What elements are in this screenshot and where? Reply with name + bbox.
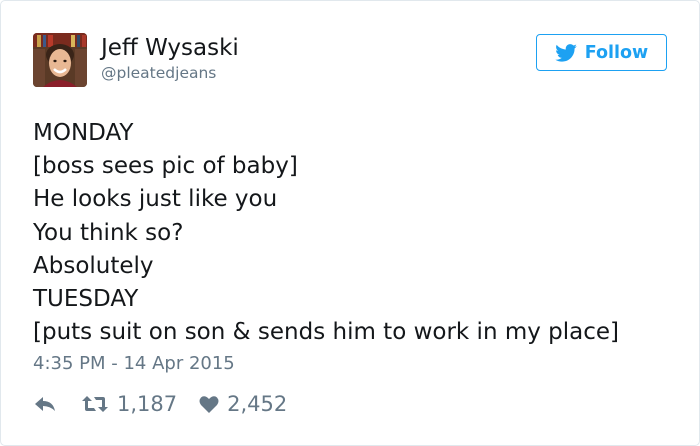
tweet-line: You think so? xyxy=(33,219,184,246)
retweet-button[interactable]: 1,187 xyxy=(81,392,177,416)
like-button[interactable]: 2,452 xyxy=(199,392,287,416)
tweet-timestamp[interactable]: 4:35 PM - 14 Apr 2015 xyxy=(33,352,235,376)
tweet-card: Jeff Wysaski @pleatedjeans Follow MONDAY… xyxy=(0,0,700,446)
like-count: 2,452 xyxy=(227,392,288,416)
tweet-line: Absolutely xyxy=(33,252,154,279)
tweet-line: [puts suit on son & sends him to work in… xyxy=(33,319,620,346)
tweet-line: TUESDAY xyxy=(33,285,139,312)
reply-icon xyxy=(33,394,57,414)
twitter-bird-icon xyxy=(554,43,577,62)
reply-button[interactable] xyxy=(33,394,57,414)
follow-button[interactable]: Follow xyxy=(536,34,667,71)
author-handle[interactable]: @pleatedjeans xyxy=(101,64,216,82)
tweet-actions: 1,187 2,452 xyxy=(33,390,287,418)
tweet-text: MONDAY [boss sees pic of baby] He looks … xyxy=(33,117,619,349)
avatar-image xyxy=(33,33,87,87)
tweet-line: He looks just like you xyxy=(33,186,278,213)
avatar[interactable] xyxy=(33,33,87,87)
author-display-name[interactable]: Jeff Wysaski xyxy=(101,34,239,62)
tweet-line: MONDAY xyxy=(33,120,134,146)
retweet-icon xyxy=(81,394,109,414)
retweet-count: 1,187 xyxy=(117,392,178,416)
heart-icon xyxy=(199,395,219,413)
follow-label: Follow xyxy=(584,42,649,63)
tweet-line: [boss sees pic of baby] xyxy=(33,153,298,180)
